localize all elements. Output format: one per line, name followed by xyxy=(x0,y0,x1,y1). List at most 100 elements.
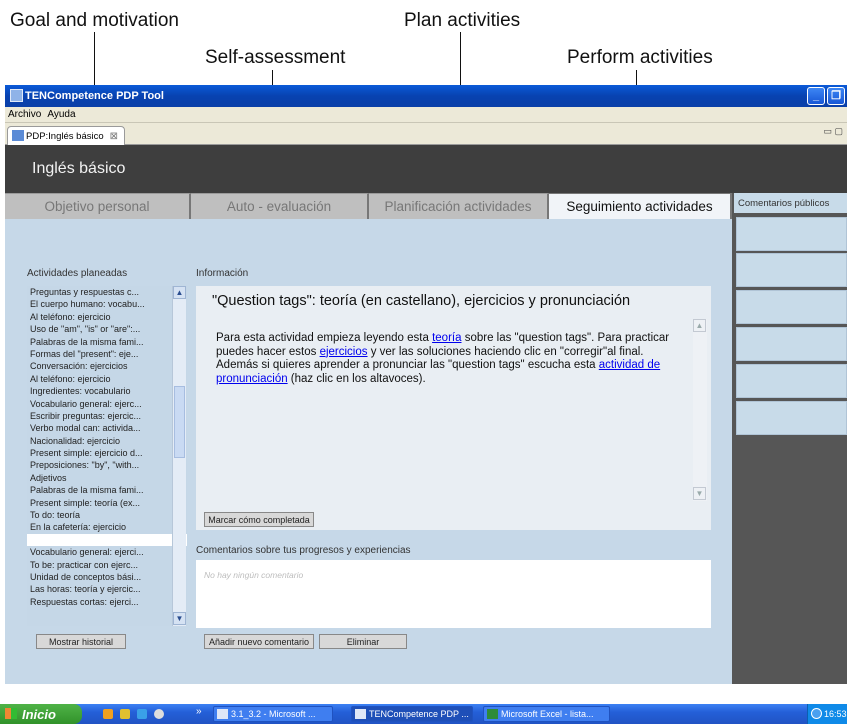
task-label: Microsoft Excel - lista... xyxy=(501,709,594,719)
windows-taskbar: Inicio » 3.1_3.2 - Microsoft ... TENComp… xyxy=(0,704,847,724)
desc-text: Para esta actividad empieza leyendo esta xyxy=(216,332,433,344)
task-pdp[interactable]: TENCompetence PDP ... xyxy=(351,706,473,722)
annotation-perform: Perform activities xyxy=(567,47,713,68)
list-item[interactable]: To do: teoría xyxy=(27,509,187,521)
info-scrollbar[interactable]: ▲ ▼ xyxy=(693,319,707,501)
task-label: 3.1_3.2 - Microsoft ... xyxy=(231,709,316,719)
start-button[interactable]: Inicio xyxy=(0,704,82,724)
list-item[interactable]: Vocabulario general: ejerc... xyxy=(27,398,187,410)
task-label: TENCompetence PDP ... xyxy=(369,709,469,719)
windows-logo-icon xyxy=(5,708,17,719)
scroll-down-icon[interactable]: ▼ xyxy=(173,612,186,625)
list-item[interactable]: Escribir preguntas: ejercic... xyxy=(27,410,187,422)
info-panel: "Question tags": teoría (en castellano),… xyxy=(196,286,711,530)
info-scroll-down-icon[interactable]: ▼ xyxy=(693,487,706,500)
tab-objetivo[interactable]: Objetivo personal xyxy=(5,193,191,219)
editor-tabstrip: PDP:Inglés básico ⊠ ▭ ▢ xyxy=(5,123,847,145)
delete-comment-button[interactable]: Eliminar xyxy=(319,634,407,649)
menubar: Archivo Ayuda xyxy=(5,107,847,123)
system-tray: 16:53 xyxy=(807,704,847,724)
mark-completed-button[interactable]: Marcar cómo completada xyxy=(204,512,314,527)
quicklaunch-icon[interactable] xyxy=(103,709,113,719)
comments-label: Comentarios sobre tus progresos y experi… xyxy=(196,545,411,556)
excel-icon xyxy=(487,709,498,719)
list-item[interactable]: Adjetivos xyxy=(27,472,187,484)
scroll-thumb[interactable] xyxy=(174,386,185,458)
list-item[interactable]: Preguntas y respuestas c... xyxy=(27,286,187,298)
scroll-up-icon[interactable]: ▲ xyxy=(173,286,186,299)
annotation-goal: Goal and motivation xyxy=(10,10,179,31)
list-item[interactable]: En la cafetería: ejercicio xyxy=(27,521,187,533)
comments-empty-text: No hay ningún comentario xyxy=(204,570,304,580)
public-comment-slot xyxy=(736,401,847,435)
menu-ayuda[interactable]: Ayuda xyxy=(47,109,75,120)
public-comment-slot xyxy=(736,364,847,398)
list-item[interactable]: Verbo modal can: activida... xyxy=(27,422,187,434)
window-title: TENCompetence PDP Tool xyxy=(25,90,164,102)
doc-tab-label: PDP:Inglés básico xyxy=(26,130,104,142)
desc-text: (haz clic en los altavoces). xyxy=(287,372,426,385)
list-item[interactable]: Unidad de conceptos bási... xyxy=(27,571,187,583)
info-label: Información xyxy=(196,268,249,279)
link-teoria[interactable]: teoría xyxy=(432,332,461,344)
task-word[interactable]: 3.1_3.2 - Microsoft ... xyxy=(213,706,333,722)
public-comment-slot xyxy=(736,217,847,251)
pdp-tabs: Objetivo personal Auto - evaluación Plan… xyxy=(5,193,732,219)
tab-autoevaluacion[interactable]: Auto - evaluación xyxy=(191,193,369,219)
ie-icon[interactable] xyxy=(137,709,147,719)
annotation-self-assessment: Self-assessment xyxy=(205,47,346,68)
list-item[interactable]: Respuestas cortas: ejerci... xyxy=(27,596,187,608)
close-tab-icon[interactable]: ⊠ xyxy=(110,131,118,142)
public-comments-pane: Comentarios públicos xyxy=(732,193,847,684)
list-item[interactable]: Las horas: teoría y ejercic... xyxy=(27,583,187,595)
show-history-button[interactable]: Mostrar historial xyxy=(36,634,126,649)
add-comment-button[interactable]: Añadir nuevo comentario xyxy=(204,634,314,649)
list-item[interactable]: Palabras de la misma fami... xyxy=(27,336,187,348)
list-item-selected[interactable] xyxy=(27,533,187,547)
public-comments-header: Comentarios públicos xyxy=(734,193,847,213)
doc-tab-pdp[interactable]: PDP:Inglés básico ⊠ xyxy=(7,126,125,145)
list-item[interactable]: Formas del "present": eje... xyxy=(27,348,187,360)
activities-scrollbar[interactable]: ▲ ▼ xyxy=(172,286,186,626)
public-comment-slot xyxy=(736,327,847,361)
tab-seguimiento[interactable]: Seguimiento actividades xyxy=(549,193,732,219)
list-item[interactable]: Vocabulario general: ejerci... xyxy=(27,546,187,558)
quicklaunch-icon[interactable] xyxy=(120,709,130,719)
pdp-icon xyxy=(12,130,24,141)
view-minmax-icon[interactable]: ▭ ▢ xyxy=(823,126,843,137)
link-ejercicios[interactable]: ejercicios xyxy=(320,346,368,358)
list-item[interactable]: Ingredientes: vocabulario xyxy=(27,385,187,397)
info-scroll-up-icon[interactable]: ▲ xyxy=(693,319,706,332)
word-icon xyxy=(217,709,228,719)
taskbar-overflow[interactable]: » xyxy=(196,706,202,717)
pdp-banner: Inglés básico xyxy=(5,145,847,193)
menu-archivo[interactable]: Archivo xyxy=(8,109,41,120)
list-item[interactable]: Palabras de la misma fami... xyxy=(27,484,187,496)
quicklaunch-icon[interactable] xyxy=(154,709,164,719)
list-item[interactable]: Uso de "am", "is" or "are":... xyxy=(27,323,187,335)
activity-description: Para esta actividad empieza leyendo esta… xyxy=(216,332,686,386)
list-item[interactable]: Nacionalidad: ejercicio xyxy=(27,435,187,447)
comments-box[interactable]: No hay ningún comentario xyxy=(196,560,711,628)
list-item[interactable]: Conversación: ejercicios xyxy=(27,360,187,372)
pdp-title: Inglés básico xyxy=(32,160,126,177)
list-item[interactable]: Preposiciones: "by", "with... xyxy=(27,459,187,471)
list-item[interactable]: To be: practicar con ejerc... xyxy=(27,559,187,571)
tab-planificacion[interactable]: Planificación actividades xyxy=(369,193,549,219)
list-item[interactable]: El cuerpo humano: vocabu... xyxy=(27,298,187,310)
activity-title: "Question tags": teoría (en castellano),… xyxy=(212,293,631,309)
public-comment-slot xyxy=(736,290,847,324)
public-comment-slot xyxy=(736,253,847,287)
task-excel[interactable]: Microsoft Excel - lista... xyxy=(483,706,610,722)
list-item[interactable]: Present simple: teoría (ex... xyxy=(27,497,187,509)
activities-label: Actividades planeadas xyxy=(27,268,128,279)
list-item[interactable]: Al teléfono: ejercicio xyxy=(27,311,187,323)
restore-button[interactable]: ❐ xyxy=(827,87,845,105)
list-item[interactable]: Al teléfono: ejercicio xyxy=(27,373,187,385)
tray-icon[interactable] xyxy=(811,708,822,719)
annotation-plan: Plan activities xyxy=(404,10,521,31)
activities-list[interactable]: Preguntas y respuestas c... El cuerpo hu… xyxy=(27,286,187,626)
list-item[interactable]: Present simple: ejercicio d... xyxy=(27,447,187,459)
window-titlebar[interactable]: TENCompetence PDP Tool _ ❐ xyxy=(5,85,847,107)
minimize-button[interactable]: _ xyxy=(807,87,825,105)
